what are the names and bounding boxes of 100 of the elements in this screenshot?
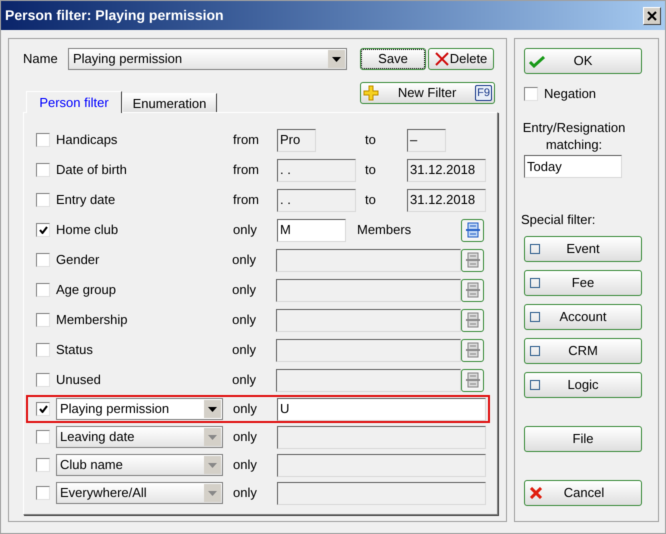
value-field[interactable] [276, 338, 462, 362]
checkbox[interactable] [36, 193, 50, 207]
checkbox-label: Negation [544, 85, 596, 104]
operator-label: only [232, 281, 257, 300]
operator-label: only [232, 311, 257, 330]
checkbox[interactable] [36, 223, 50, 237]
checkbox[interactable] [36, 343, 50, 357]
list-icon [464, 342, 481, 358]
checkbox[interactable] [36, 253, 50, 267]
matching-field[interactable]: Today [524, 155, 622, 178]
close-icon [647, 10, 657, 20]
operator-label: only [233, 456, 258, 474]
filter-label: Unused [56, 371, 102, 390]
picker-button[interactable] [461, 218, 484, 242]
new-filter-button[interactable]: New Filter F9 [360, 82, 495, 104]
picker-button[interactable] [461, 248, 484, 272]
to-field[interactable]: 31.12.2018 [407, 158, 486, 182]
operator-label: only [233, 484, 258, 502]
value-field[interactable] [277, 482, 486, 504]
checkbox[interactable] [36, 283, 50, 297]
special-filter-button[interactable]: Event [524, 236, 642, 262]
special-filter-button[interactable]: Account [524, 304, 642, 330]
list-icon [464, 222, 480, 238]
operator-label: only [233, 400, 258, 418]
operator-label: to [365, 161, 377, 180]
operator-label: only [233, 221, 258, 240]
dropdown-arrow-icon [332, 56, 341, 62]
tab[interactable]: Person filter [26, 91, 122, 113]
list-icon [464, 252, 481, 268]
section-label: Special filter: [521, 211, 596, 229]
value-field[interactable] [276, 308, 462, 332]
checkbox[interactable] [36, 373, 50, 387]
to-field[interactable]: 31.12.2018 [407, 188, 486, 212]
check-icon [38, 226, 48, 234]
delete-button[interactable]: Delete [428, 48, 494, 70]
name-dropdown[interactable]: Playing permission [68, 48, 347, 70]
list-icon [464, 372, 481, 388]
value-field[interactable] [277, 454, 486, 476]
value-field[interactable] [276, 248, 462, 272]
checkbox[interactable] [36, 486, 50, 500]
picker-button[interactable] [461, 368, 484, 392]
check-icon [529, 54, 545, 68]
list-icon [464, 282, 481, 298]
checkbox[interactable] [36, 402, 50, 416]
unit-label: Members [357, 221, 412, 240]
operator-label: from [233, 161, 260, 180]
dropdown-arrow-icon [208, 462, 217, 468]
close-button[interactable] [643, 6, 661, 24]
special-filter-button[interactable]: Logic [524, 372, 642, 398]
name-label: Name [23, 50, 59, 68]
window-title: Person filter: Playing permission [5, 6, 224, 25]
value-field[interactable] [276, 368, 462, 392]
value-field[interactable] [276, 278, 462, 302]
filter-label: Date of birth [56, 161, 128, 180]
picker-button[interactable] [461, 338, 484, 362]
delete-icon [434, 52, 449, 66]
from-field[interactable]: . . [277, 158, 356, 182]
close-icon [530, 486, 542, 498]
dropdown-arrow-icon [208, 434, 217, 440]
filter-dropdown[interactable]: Leaving date [56, 426, 223, 448]
picker-button[interactable] [461, 278, 484, 302]
filter-label: Entry date [56, 191, 116, 210]
checkbox[interactable] [36, 430, 50, 444]
filter-label: Home club [56, 221, 120, 240]
filter-label: Membership [56, 311, 129, 330]
cancel-button[interactable]: Cancel [524, 480, 642, 506]
from-field[interactable]: . . [277, 188, 356, 212]
filter-dropdown[interactable]: Playing permission [56, 398, 223, 420]
picker-button[interactable] [461, 308, 484, 332]
operator-label: only [232, 341, 257, 360]
filter-dropdown[interactable]: Everywhere/All [56, 482, 223, 504]
plus-icon [363, 85, 379, 101]
dropdown-arrow-icon [208, 490, 217, 496]
to-field[interactable]: – [407, 128, 446, 152]
shortcut-key-badge: F9 [475, 85, 492, 101]
tab[interactable]: Enumeration [122, 93, 217, 112]
operator-label: only [232, 371, 257, 390]
checkbox[interactable] [36, 133, 50, 147]
special-filter-button[interactable]: CRM [524, 338, 642, 364]
checkbox[interactable] [36, 163, 50, 177]
checkbox[interactable] [36, 313, 50, 327]
field-label: Entry/Resignation matching: [522, 119, 626, 153]
dropdown-arrow-icon [208, 406, 217, 412]
filter-dropdown[interactable]: Club name [56, 454, 223, 476]
checkbox[interactable] [524, 87, 538, 101]
value-field[interactable]: M [277, 218, 346, 242]
from-field[interactable]: Pro [277, 128, 316, 152]
operator-label: only [232, 251, 257, 270]
checkbox[interactable] [36, 458, 50, 472]
save-button[interactable]: Save [360, 48, 426, 70]
operator-label: to [365, 191, 377, 210]
value-field[interactable]: U [277, 398, 486, 420]
operator-label: only [233, 428, 258, 446]
special-filter-button[interactable]: Fee [524, 270, 642, 296]
value-field[interactable] [277, 426, 486, 448]
operator-label: to [365, 131, 377, 150]
operator-label: from [233, 131, 260, 150]
ok-button[interactable]: OK [524, 48, 642, 74]
file-button[interactable]: File [524, 426, 642, 452]
operator-label: from [233, 191, 260, 210]
